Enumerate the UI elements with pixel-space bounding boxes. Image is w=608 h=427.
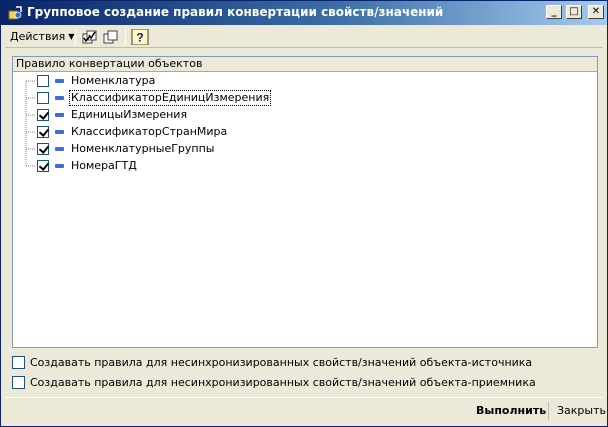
actions-menu-button[interactable]: Действия ▼ xyxy=(8,29,76,45)
target-rules-checkbox[interactable] xyxy=(12,376,25,389)
tree-item-label: Номенклатура xyxy=(71,74,156,87)
tree-item[interactable]: КлассификаторСтранМира xyxy=(13,124,413,140)
check-all-icon[interactable] xyxy=(81,29,99,45)
tree-item-checkbox[interactable] xyxy=(37,109,49,121)
chevron-down-icon: ▼ xyxy=(68,32,75,41)
help-icon[interactable]: ? xyxy=(131,29,149,45)
dialog-window: Групповое создание правил конвертации св… xyxy=(0,0,608,427)
tree-item[interactable]: НомераГТД xyxy=(13,158,413,174)
object-marker-icon xyxy=(55,113,64,117)
tree-item-label: НомераГТД xyxy=(71,159,137,172)
object-marker-icon xyxy=(55,164,64,168)
toolbar-separator xyxy=(75,29,76,45)
object-marker-icon xyxy=(55,130,64,134)
tree-item[interactable]: Номенклатура xyxy=(13,73,413,89)
tree-item-checkbox[interactable] xyxy=(37,143,49,155)
source-rules-label: Создавать правила для несинхронизированн… xyxy=(30,356,533,369)
minimize-button[interactable]: _ xyxy=(546,5,562,19)
tree-item-label: НоменклатурныеГруппы xyxy=(71,142,215,155)
tree-item-label: КлассификаторЕдиницИзмерения xyxy=(68,90,272,106)
maximize-button[interactable]: □ xyxy=(566,5,582,19)
tree-item-checkbox[interactable] xyxy=(37,126,49,138)
tree-item-checkbox[interactable] xyxy=(37,92,49,104)
tree-item-label: КлассификаторСтранМира xyxy=(71,125,228,138)
tree-item-checkbox[interactable] xyxy=(37,160,49,172)
svg-text:?: ? xyxy=(136,31,143,45)
object-marker-icon xyxy=(55,96,64,100)
tree-item[interactable]: КлассификаторЕдиницИзмерения xyxy=(13,90,413,106)
tree-column-header[interactable]: Правило конвертации объектов xyxy=(13,57,597,72)
tree-item-label: ЕдиницыИзмерения xyxy=(71,108,188,121)
execute-button[interactable]: Выполнить xyxy=(472,402,550,420)
footer-divider xyxy=(5,397,603,398)
actions-label: Действия xyxy=(10,30,66,43)
tree-item-checkbox[interactable] xyxy=(37,75,49,87)
tree-item[interactable]: НоменклатурныеГруппы xyxy=(13,141,413,157)
footer-button-separator xyxy=(548,402,549,420)
app-icon xyxy=(8,6,22,20)
source-rules-checkbox[interactable] xyxy=(12,356,25,369)
toolbar-separator xyxy=(125,29,126,45)
object-marker-icon xyxy=(55,147,64,151)
close-button[interactable]: Закрыть xyxy=(553,402,608,420)
conversion-rules-tree[interactable]: Правило конвертации объектов Номенклатур… xyxy=(12,56,598,348)
target-rules-label: Создавать правила для несинхронизированн… xyxy=(30,376,536,389)
close-window-button[interactable]: ✕ xyxy=(588,5,604,19)
title-bar[interactable]: Групповое создание правил конвертации св… xyxy=(1,1,607,25)
window-title: Групповое создание правил конвертации св… xyxy=(27,5,444,19)
copy-icon[interactable] xyxy=(102,29,120,45)
tree-item[interactable]: ЕдиницыИзмерения xyxy=(13,107,413,123)
object-marker-icon xyxy=(55,79,64,83)
toolbar: Действия ▼ ? xyxy=(5,26,603,48)
